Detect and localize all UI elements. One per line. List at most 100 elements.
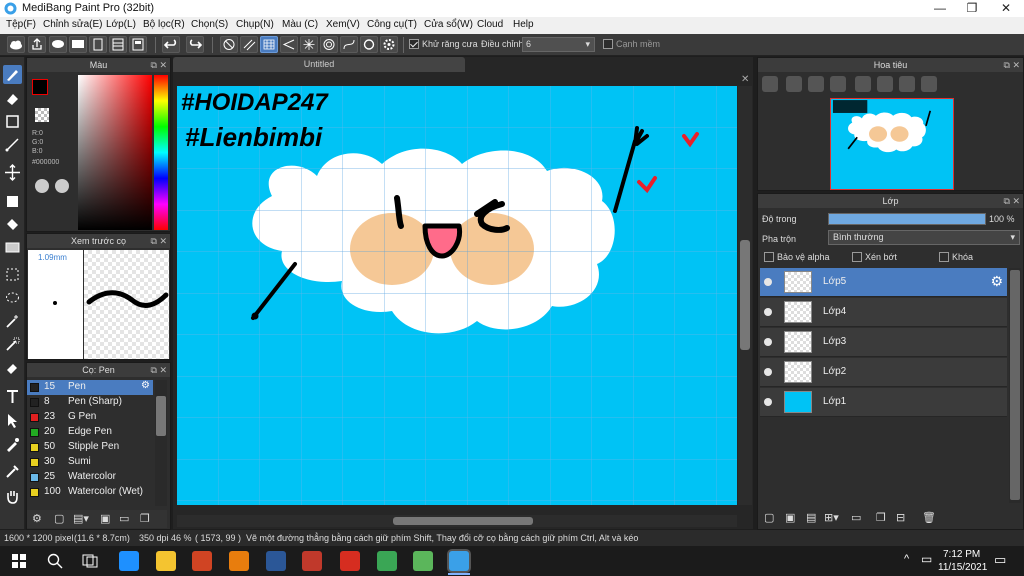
palette-add-icon[interactable] [55, 179, 69, 193]
line-tool-icon[interactable] [3, 135, 22, 154]
taskbar-time[interactable]: 7:12 PM [943, 549, 980, 560]
hue-slider[interactable] [154, 75, 168, 230]
visibility-eye-icon[interactable] [764, 368, 772, 376]
new-layer-icon[interactable]: ▢ [764, 511, 774, 524]
comment-icon[interactable] [49, 36, 67, 53]
rectangle-tool-icon[interactable] [3, 112, 22, 131]
chevron-up-icon[interactable]: ^ [904, 553, 909, 565]
add-layer-menu-icon[interactable]: ⊞▾ [824, 511, 839, 524]
parallel-snap-icon[interactable] [240, 36, 258, 53]
snap-off-icon[interactable] [220, 36, 238, 53]
fill-rect-tool-icon[interactable] [3, 192, 22, 211]
copy-brush-icon[interactable]: ❐ [140, 512, 150, 525]
menu-tools[interactable]: Công cụ(T) [367, 19, 417, 30]
layer-row[interactable]: Lớp1 [760, 388, 1007, 417]
brush-menu-icon[interactable]: ▤▾ [73, 512, 89, 525]
adjust-select[interactable]: 6 ▾ [522, 37, 595, 52]
undo-icon[interactable] [162, 36, 180, 53]
clipping-checkbox[interactable] [852, 252, 862, 262]
magic-wand-tool-icon[interactable] [3, 312, 22, 331]
task-view-icon[interactable] [82, 554, 98, 568]
rotate-right-icon[interactable] [899, 76, 915, 92]
select-pen-tool-icon[interactable] [3, 335, 22, 354]
menu-select[interactable]: Chọn(S) [191, 19, 228, 30]
visibility-eye-icon[interactable] [764, 398, 772, 406]
message-icon[interactable] [69, 36, 87, 53]
text-tool-icon[interactable] [3, 387, 22, 406]
menu-view[interactable]: Xem(V) [326, 19, 360, 30]
layer-row[interactable]: Lớp2 [760, 358, 1007, 387]
brush-item[interactable]: 20 Edge Pen [27, 425, 153, 440]
brush-item[interactable]: 30 Sumi [27, 455, 153, 470]
circle-snap-icon[interactable] [360, 36, 378, 53]
notifications-icon[interactable]: ▭ [994, 552, 1006, 568]
layer-folder-icon[interactable]: ▭ [851, 511, 861, 524]
zoom-in-icon[interactable] [762, 76, 778, 92]
edge-browser-icon[interactable] [119, 551, 139, 571]
grid-page-icon[interactable] [109, 36, 127, 53]
reset-view-icon[interactable] [877, 76, 893, 92]
brush-settings-icon[interactable]: ⚙ [32, 512, 42, 525]
opacity-slider[interactable] [828, 213, 986, 225]
settings-gear-icon[interactable] [380, 36, 398, 53]
flip-horizontal-icon[interactable] [921, 76, 937, 92]
delete-layer-icon[interactable]: 🗑 [922, 511, 936, 524]
merge-layer-icon[interactable]: ⊟ [896, 511, 905, 524]
brush-item[interactable]: 23 G Pen [27, 410, 153, 425]
brush-item[interactable]: 15 Pen ⚙ [27, 380, 153, 395]
sublime-icon[interactable] [229, 551, 249, 571]
artwork-canvas[interactable]: #HOIDAP247 #Lienbimbi [177, 86, 737, 505]
file-explorer-icon[interactable] [156, 551, 176, 571]
brush-item[interactable]: 50 Stipple Pen [27, 440, 153, 455]
panel-controls-icon[interactable]: ⧉ ✕ [151, 234, 167, 248]
visibility-eye-icon[interactable] [764, 338, 772, 346]
perspective-snap-icon[interactable] [280, 36, 298, 53]
panel-controls-icon[interactable]: ⧉ ✕ [151, 363, 167, 377]
concentric-snap-icon[interactable] [320, 36, 338, 53]
blur-tool-icon[interactable] [3, 435, 22, 454]
app-paint-icon[interactable] [413, 551, 433, 571]
menu-edit[interactable]: Chỉnh sửa(E) [43, 19, 103, 30]
search-icon[interactable] [47, 553, 63, 569]
hand-tool-icon[interactable] [3, 487, 22, 506]
rotate-left-icon[interactable] [855, 76, 871, 92]
canvas-close-icon[interactable]: ✕ [741, 74, 749, 85]
share-icon[interactable] [28, 36, 46, 53]
visibility-eye-icon[interactable] [764, 308, 772, 316]
brush-item[interactable]: 25 Watercolor [27, 470, 153, 485]
lock-checkbox[interactable] [939, 252, 949, 262]
antialias-checkbox[interactable] [409, 39, 419, 49]
lasso-tool-icon[interactable] [3, 289, 22, 308]
new-halftone-layer-icon[interactable]: ▣ [785, 511, 795, 524]
navigator-thumbnail[interactable] [830, 98, 954, 190]
medibang-taskbar-icon[interactable] [449, 551, 469, 571]
brush-list-scrollbar[interactable] [155, 380, 167, 506]
taskbar-date[interactable]: 11/15/2021 [938, 562, 987, 573]
blend-mode-select[interactable]: Bình thường ▾ [828, 230, 1020, 245]
operation-tool-icon[interactable] [3, 411, 22, 430]
palette-icon[interactable] [35, 179, 49, 193]
network-icon[interactable]: ▭ [921, 552, 932, 566]
curve-snap-icon[interactable] [340, 36, 358, 53]
document-tab[interactable]: Untitled [173, 57, 465, 72]
powerpoint-icon[interactable] [192, 551, 212, 571]
radial-snap-icon[interactable] [300, 36, 318, 53]
eraser-tool-icon[interactable] [3, 89, 22, 108]
panel-controls-icon[interactable]: ⧉ ✕ [151, 58, 167, 72]
cloud-icon[interactable] [7, 36, 25, 53]
select-tool-icon[interactable] [3, 265, 22, 284]
menu-cloud[interactable]: Cloud [477, 19, 503, 30]
app-swirl-icon[interactable] [340, 551, 360, 571]
menu-window[interactable]: Cửa sổ(W) [424, 19, 473, 30]
menu-color[interactable]: Màu (C) [282, 19, 318, 30]
menu-layer[interactable]: Lớp(L) [106, 19, 136, 30]
zoom-out-icon[interactable] [786, 76, 802, 92]
minimize-button[interactable]: — [924, 0, 956, 17]
menu-help[interactable]: Help [513, 19, 534, 30]
panel-controls-icon[interactable]: ⧉ ✕ [1004, 194, 1020, 208]
grid-snap-icon[interactable] [260, 36, 278, 53]
fit-window-icon[interactable] [808, 76, 824, 92]
app-red-icon[interactable] [302, 551, 322, 571]
actual-size-icon[interactable] [830, 76, 846, 92]
layer-row[interactable]: Lớp4 [760, 298, 1007, 327]
